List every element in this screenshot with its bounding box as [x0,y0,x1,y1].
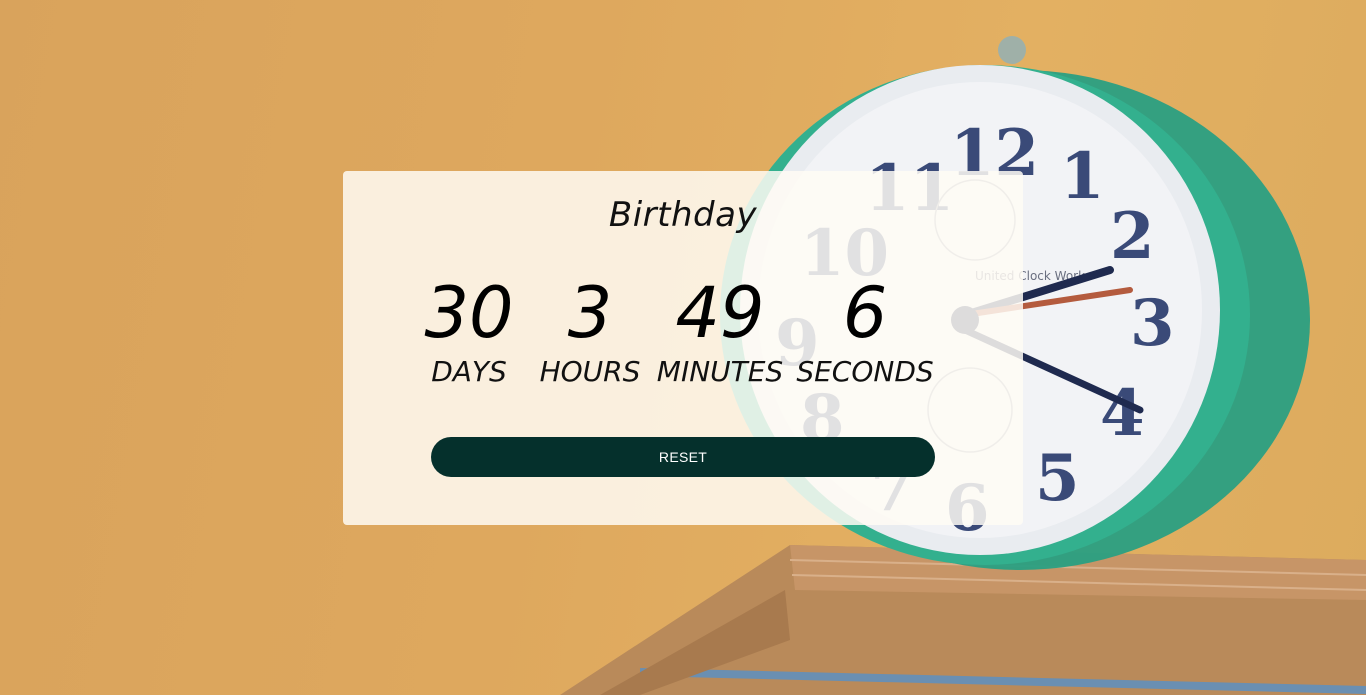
countdown-units: 30 DAYS 3 HOURS 49 MINUTES 6 SECONDS [423,271,943,401]
countdown-hours: 3 HOURS [535,271,645,389]
seconds-label: SECONDS [796,355,934,388]
minutes-label: MINUTES [656,355,784,388]
numeral-1: 1 [1060,139,1105,214]
countdown-seconds: 6 SECONDS [795,271,935,389]
days-value: 30 [424,272,514,354]
days-label: DAYS [431,355,507,388]
hours-label: HOURS [539,355,641,388]
event-title: Birthday [608,195,758,235]
seconds-value: 6 [842,272,888,354]
numeral-3: 3 [1130,286,1175,361]
reset-button[interactable]: RESET [431,437,935,477]
book-illustration [560,545,1366,695]
minutes-value: 49 [675,272,765,354]
hours-value: 3 [567,272,613,354]
countdown-minutes: 49 MINUTES [655,271,785,389]
numeral-4: 4 [1100,376,1145,451]
numeral-2: 2 [1110,199,1155,274]
countdown-card: Birthday 30 DAYS 3 HOURS 49 MINUTES 6 SE… [343,171,1023,525]
numeral-5: 5 [1035,441,1080,516]
countdown-days: 30 DAYS [423,271,515,389]
